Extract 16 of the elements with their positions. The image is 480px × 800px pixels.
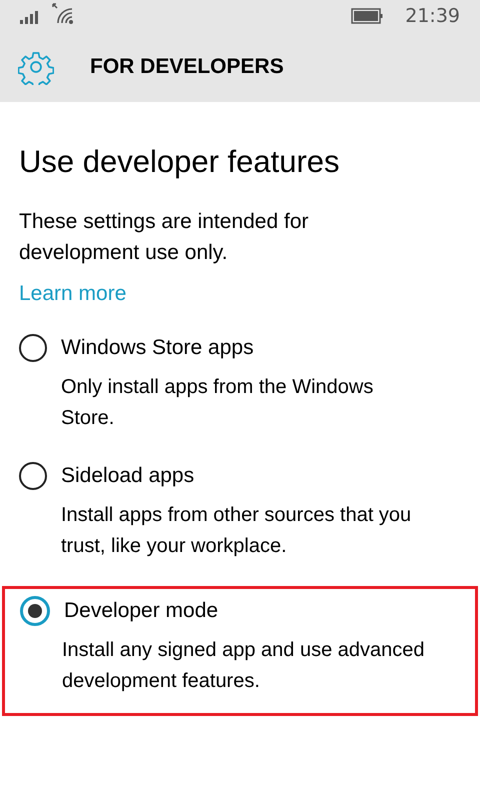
radio-button[interactable] [20,596,50,626]
radio-button[interactable] [19,462,47,490]
page-title: FOR DEVELOPERS [90,55,284,79]
option-description: Install apps from other sources that you trust, like your workplace. [61,503,412,559]
section-heading: Use developer features [19,144,341,180]
option-description: Install any signed app and use advanced development features. [62,638,426,694]
option-label[interactable]: Sideload apps [61,464,194,488]
option-label[interactable]: Developer mode [64,599,218,623]
option-label[interactable]: Windows Store apps [61,336,254,360]
wifi-icon [52,3,76,25]
battery-icon [351,8,384,24]
settings-icon [18,49,54,85]
option-description: Only install apps from the Windows Store. [61,375,374,431]
description-text: These settings are intended for development use only. [19,209,310,266]
status-time: 21:39 [405,5,460,27]
radio-button[interactable] [19,334,47,362]
